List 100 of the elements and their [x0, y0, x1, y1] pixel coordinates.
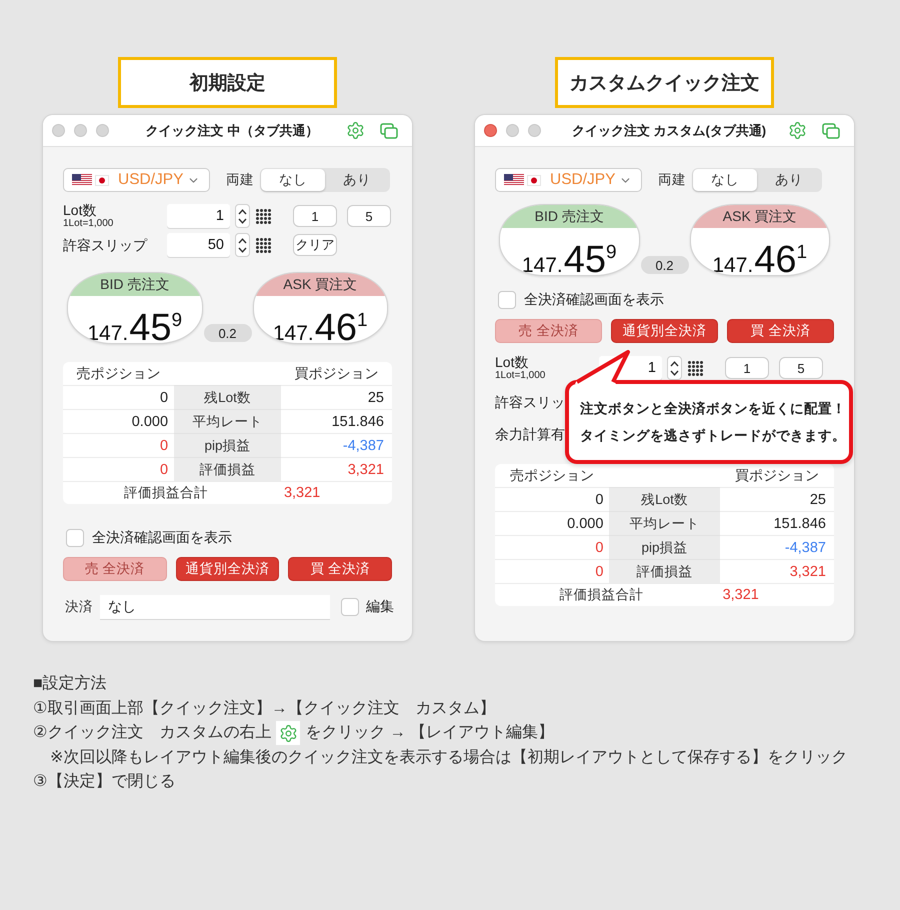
column-header: 買ポジション: [734, 466, 820, 484]
section-heading: 初期設定: [118, 57, 337, 108]
minimize-button[interactable]: [506, 124, 519, 137]
buy-order-button[interactable]: ASK 買注文 147.46$^{1}$: [690, 204, 830, 276]
window-title: クイック注文 カスタム(タブ共通): [572, 122, 766, 140]
table-cell: 151.846: [720, 511, 834, 535]
field-label: 決済: [65, 598, 93, 616]
maximize-button[interactable]: [96, 124, 109, 137]
checkbox-label: 編集: [366, 598, 394, 616]
field-note: 1Lot=1,000: [495, 370, 546, 382]
column-header: 買ポジション: [293, 364, 380, 382]
checkbox[interactable]: [66, 529, 84, 547]
clear-button[interactable]: クリア: [293, 234, 337, 256]
close-all-button[interactable]: 買 全決済: [727, 319, 834, 343]
settings-icon[interactable]: [788, 121, 807, 140]
slippage-input[interactable]: 50: [167, 233, 230, 257]
close-all-button[interactable]: 通貨別全決済: [176, 557, 280, 581]
field-note: 1Lot=1,000: [63, 218, 114, 230]
preset-button[interactable]: 5: [779, 357, 823, 379]
windows-icon[interactable]: [380, 122, 398, 138]
table-cell: 151.846: [280, 409, 392, 433]
column-header: 売ポジション: [76, 364, 162, 382]
checkbox[interactable]: [498, 291, 516, 309]
chevron-up-icon: [238, 208, 247, 214]
instruction-text: ③【決定】で閉じる: [33, 772, 176, 792]
chevron-down-icon: [238, 246, 247, 252]
lot-input[interactable]: 1: [167, 204, 230, 228]
spread-value: 0.2: [640, 256, 688, 274]
row-label: 残Lot数: [609, 487, 720, 511]
column-header: 売ポジション: [509, 466, 596, 484]
row-label: 評価損益: [609, 559, 720, 583]
chevron-up-icon: [238, 238, 247, 244]
table-cell: 25: [280, 385, 392, 409]
stepper[interactable]: [235, 233, 250, 257]
row-label: pip損益: [174, 433, 281, 457]
settings-icon: [276, 721, 300, 746]
keypad-icon[interactable]: [256, 208, 271, 224]
callout-text: タイミングを逃さずトレードができます。: [580, 426, 846, 444]
close-button[interactable]: [52, 124, 65, 137]
field-label: 許容スリッ: [495, 394, 565, 410]
table-cell: -4,387: [280, 433, 392, 457]
segment-tab[interactable]: なし: [693, 169, 757, 191]
callout-text: 注文ボタンと全決済ボタンを近くに配置！: [580, 400, 846, 418]
row-label: 評価損益合計: [63, 481, 281, 504]
instruction-text: ②クイック注文 カスタムの右上: [33, 722, 272, 743]
close-all-button[interactable]: 通貨別全決済: [611, 319, 718, 343]
sell-order-button[interactable]: BID 売注文 147.45$^{9}$: [67, 272, 202, 344]
row-label: 残Lot数: [174, 385, 281, 409]
row-label: 評価損益: [174, 457, 281, 481]
field-label: 両建: [658, 171, 686, 189]
japan-flag-icon: [527, 174, 541, 186]
spread-value: 0.2: [204, 324, 252, 342]
buy-order-button[interactable]: ASK 買注文 147.46$^{1}$: [252, 272, 388, 344]
instruction-heading: ■設定方法: [33, 674, 107, 694]
close-all-button[interactable]: 買 全決済: [288, 557, 392, 581]
section-heading: カスタムクイック注文: [555, 57, 774, 108]
window-title: クイック注文 中（タブ共通）: [146, 122, 318, 140]
preset-button[interactable]: 1: [725, 357, 769, 379]
table-cell: 25: [720, 487, 834, 511]
row-label: 評価損益合計: [495, 583, 720, 606]
preset-button[interactable]: 5: [347, 205, 391, 227]
sell-order-button[interactable]: BID 売注文 147.45$^{9}$: [499, 204, 640, 276]
segment-tab[interactable]: なし: [261, 169, 325, 191]
chevron-down-icon: [238, 218, 247, 224]
row-label: pip損益: [609, 535, 720, 559]
field-label: Lot数: [63, 202, 96, 218]
table-cell: 3,321: [280, 457, 392, 481]
checkbox-label: 全決済確認画面を表示: [524, 291, 664, 309]
instruction-text: をクリック → 【レイアウト編集】: [305, 722, 554, 743]
maximize-button[interactable]: [528, 124, 541, 137]
field-label: 両建: [226, 171, 254, 189]
checkbox-label: 全決済確認画面を表示: [92, 529, 232, 547]
row-label: 平均レート: [174, 409, 281, 433]
table-cell: 3,321: [720, 559, 834, 583]
field-label: Lot数: [495, 354, 528, 370]
table-cell: -4,387: [720, 535, 834, 559]
segment-tab[interactable]: あり: [757, 169, 821, 191]
minimize-button[interactable]: [74, 124, 87, 137]
keypad-icon[interactable]: [688, 360, 703, 376]
instruction-text: ①取引画面上部【クイック注文】→【クイック注文 カスタム】: [33, 698, 496, 718]
windows-icon[interactable]: [822, 122, 840, 138]
keypad-icon[interactable]: [256, 238, 271, 252]
settings-icon[interactable]: [346, 121, 365, 140]
table-cell: 3,321: [280, 481, 392, 504]
field-label: 許容スリップ: [63, 237, 147, 253]
stepper[interactable]: [667, 356, 682, 380]
us-flag-icon: [72, 174, 92, 186]
checkbox[interactable]: [341, 598, 359, 616]
close-button[interactable]: [484, 124, 497, 137]
segment-tab[interactable]: あり: [325, 169, 389, 191]
us-flag-icon: [504, 174, 524, 186]
instruction-note: ※次回以降もレイアウト編集後のクイック注文を表示する場合は【初期レイアウトとして保存する】をクリック: [50, 748, 848, 768]
settle-input[interactable]: なし: [100, 595, 330, 619]
field-label: 余力計算有: [495, 426, 565, 442]
row-label: 平均レート: [609, 511, 720, 535]
preset-button[interactable]: 1: [293, 205, 337, 227]
table-cell: 3,321: [720, 583, 834, 606]
chevron-up-icon: [670, 360, 679, 366]
chevron-down-icon: [670, 370, 679, 376]
stepper[interactable]: [235, 204, 250, 228]
